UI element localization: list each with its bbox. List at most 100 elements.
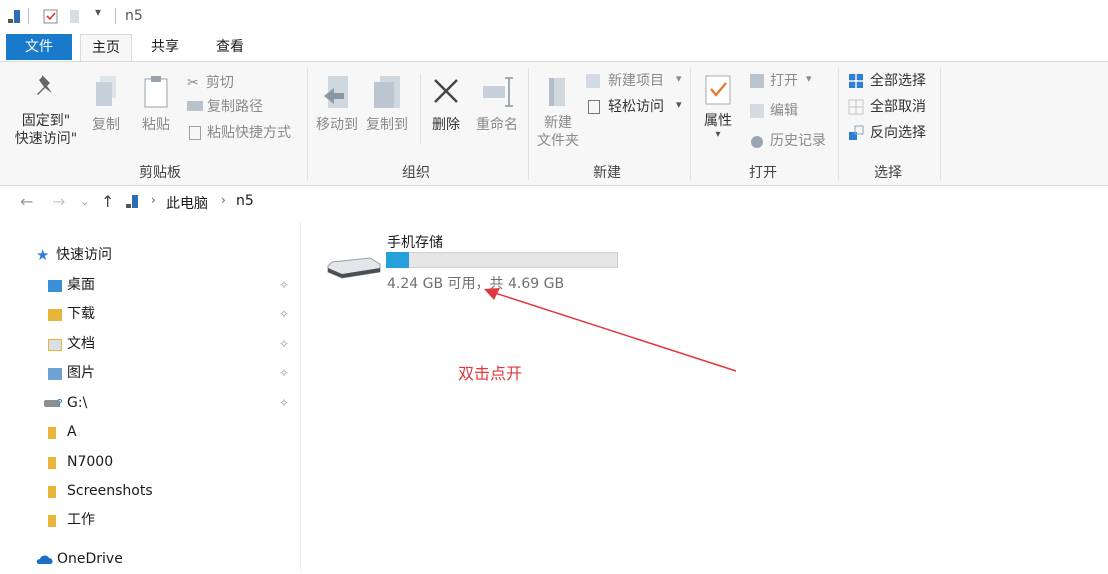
delete-button[interactable]: 删除 [426,74,466,134]
nav-item-documents[interactable]: 文档 ✧ [0,330,300,359]
hard-drive-icon [327,257,381,279]
new-folder-icon[interactable] [68,9,82,25]
cut-button[interactable]: ✂ 剪切 [187,72,234,92]
downloads-folder-icon [48,309,62,321]
unknown-drive-icon: ? [57,397,63,410]
up-arrow-icon[interactable]: ↑ [101,192,114,211]
tab-home[interactable]: 主页 [80,34,132,61]
history-label: 历史记录 [770,133,826,149]
breadcrumb-n5[interactable]: n5 [236,193,254,209]
group-open-label: 打开 [749,165,777,181]
back-arrow-icon[interactable]: ← [20,192,33,211]
new-item-icon [586,74,600,88]
nav-item-g-drive[interactable]: ? G:\ ✧ [0,389,300,418]
new-folder-button[interactable]: 新建 文件夹 [533,74,583,150]
move-to-label: 移动到 [316,117,358,133]
cloud-icon [36,555,53,564]
recent-chevron-icon[interactable]: ⌄ [80,195,89,208]
nav-item-label: G:\ [67,395,88,411]
group-new-label: 新建 [593,165,621,181]
pin-icon: ✧ [279,307,290,321]
breadcrumb-this-pc[interactable]: 此电脑 [166,193,208,213]
forward-arrow-icon[interactable]: → [52,192,65,211]
invert-selection-label: 反向选择 [870,125,926,141]
copy-to-button[interactable]: 复制到 [364,74,410,134]
rename-icon [483,77,513,107]
folder-icon [48,486,56,498]
title-bar: ▾ n5 [0,0,1108,34]
paste-shortcut-label: 粘贴快捷方式 [207,125,291,141]
desktop-folder-icon [48,280,62,292]
move-to-button[interactable]: 移动到 [314,74,360,134]
easy-access-icon [588,100,600,114]
chevron-down-icon: ▾ [806,72,812,85]
pictures-folder-icon [48,368,62,380]
paste-icon [144,76,168,108]
divider [420,74,421,144]
delete-x-icon [434,79,458,103]
pin-to-quick-access-button[interactable]: 固定到" 快速访问" [8,72,84,148]
phone-device-icon [8,10,20,23]
copy-label: 复制 [92,117,120,133]
properties-button[interactable]: 属性 ▾ [700,74,736,140]
edit-icon [750,104,764,118]
scissors-icon: ✂ [187,75,199,91]
breadcrumb-chevron-icon[interactable]: › [151,193,156,207]
nav-item-screenshots[interactable]: Screenshots [0,477,300,506]
breadcrumb-chevron-icon[interactable]: › [221,193,226,207]
properties-icon[interactable] [43,9,59,25]
move-to-icon [324,76,348,108]
group-clipboard-label: 剪贴板 [139,165,181,181]
delete-label: 删除 [432,117,460,133]
drive-usage-fill [386,252,409,268]
drive-usage-bar [386,252,618,268]
nav-item-label: 图片 [67,365,95,381]
pin-label-1: 固定到" [21,113,71,129]
nav-item-label: N7000 [67,454,114,470]
nav-item-pictures[interactable]: 图片 ✧ [0,359,300,388]
nav-item-label: Screenshots [67,483,153,499]
divider [28,8,29,24]
nav-item-label: 文档 [67,336,95,352]
select-all-icon [849,74,863,88]
quick-access-dropdown-icon[interactable]: ▾ [95,5,101,19]
nav-item-downloads[interactable]: 下载 ✧ [0,300,300,329]
group-separator [307,68,308,180]
new-item-label: 新建项目 [608,73,664,89]
cut-label: 剪切 [205,75,234,91]
select-none-label: 全部取消 [870,99,926,115]
nav-onedrive-label: OneDrive [57,551,123,567]
pin-icon [37,75,52,95]
tab-view[interactable]: 查看 [205,34,255,60]
select-none-icon [848,99,864,115]
copy-path-icon [187,101,203,111]
tab-file[interactable]: 文件 [6,34,72,60]
paste-shortcut-icon [189,126,201,140]
nav-item-a[interactable]: A [0,418,300,447]
nav-quick-access-label: 快速访问 [56,247,112,263]
tab-share[interactable]: 共享 [140,34,190,60]
navigation-pane: ★ 快速访问 桌面 ✧ 下载 ✧ 文档 ✧ 图片 ✧ ? G:\ ✧ A N70… [0,222,301,571]
rename-label: 重命名 [476,117,518,133]
nav-item-label: A [67,424,77,440]
group-select-label: 选择 [874,165,902,181]
copy-icon [96,76,116,106]
edit-label: 编辑 [770,103,798,119]
open-icon [750,74,764,88]
new-folder-icon [549,78,565,106]
paste-button[interactable]: 粘贴 [136,74,176,134]
history-icon [751,136,763,148]
folder-icon [48,427,56,439]
new-folder-label-1: 新建 [544,115,572,131]
group-separator [528,68,529,180]
nav-onedrive[interactable]: OneDrive [0,545,300,574]
chevron-down-icon: ▾ [715,129,721,140]
nav-item-work[interactable]: 工作 [0,506,300,535]
pin-icon: ✧ [279,337,290,351]
nav-item-n7000[interactable]: N7000 [0,448,300,477]
nav-item-desktop[interactable]: 桌面 ✧ [0,271,300,300]
copy-to-label: 复制到 [366,117,408,133]
copy-button[interactable]: 复制 [88,74,124,134]
nav-quick-access[interactable]: ★ 快速访问 [0,241,300,270]
rename-button[interactable]: 重命名 [472,74,522,134]
